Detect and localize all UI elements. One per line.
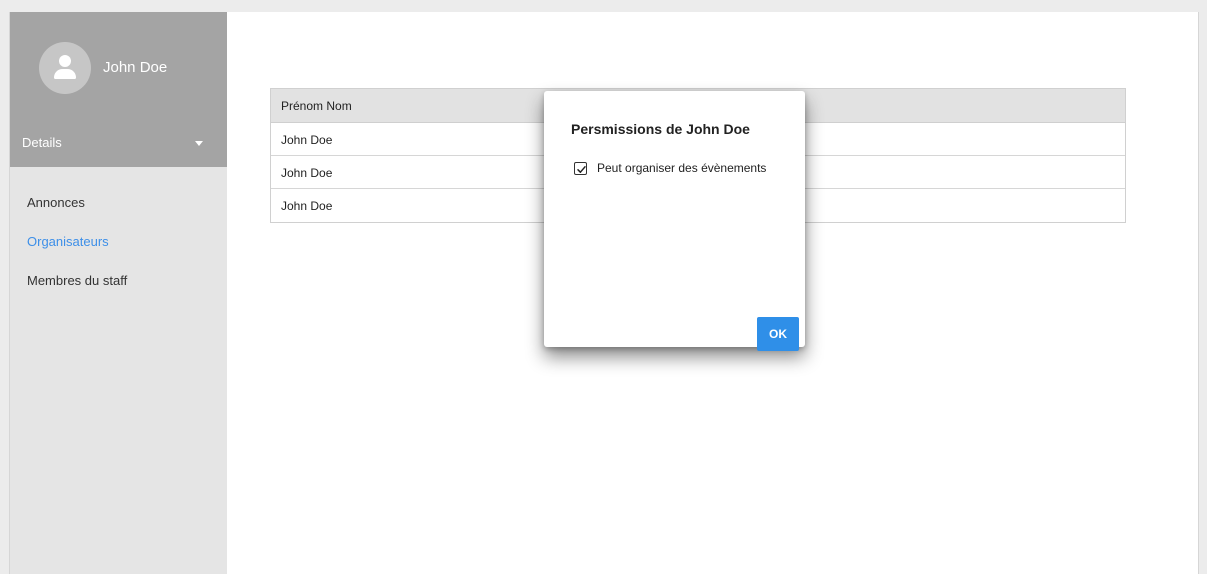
sidebar: John Doe Details Annonces Organisateurs … — [10, 12, 227, 574]
avatar-body — [54, 69, 76, 79]
permission-label: Peut organiser des évènements — [597, 161, 767, 175]
permissions-dialog: Persmissions de John Doe Peut organiser … — [544, 91, 805, 351]
profile-header: John Doe Details — [10, 12, 227, 167]
details-label: Details — [22, 135, 62, 150]
details-dropdown[interactable]: Details — [10, 127, 227, 157]
caret-down-icon — [195, 141, 203, 146]
ok-button[interactable]: OK — [757, 317, 799, 351]
sidebar-item-organisateurs[interactable]: Organisateurs — [10, 223, 227, 262]
user-name: John Doe — [103, 59, 168, 76]
sidebar-item-membres-du-staff[interactable]: Membres du staff — [10, 262, 227, 301]
person-icon — [39, 42, 91, 94]
dialog-title: Persmissions de John Doe — [571, 121, 750, 137]
app-window: John Doe Details Annonces Organisateurs … — [9, 12, 1199, 574]
avatar-head — [59, 55, 71, 67]
checkbox-checked-icon[interactable] — [574, 162, 587, 175]
sidebar-item-annonces[interactable]: Annonces — [10, 184, 227, 223]
sidebar-nav: Annonces Organisateurs Membres du staff — [10, 184, 227, 301]
